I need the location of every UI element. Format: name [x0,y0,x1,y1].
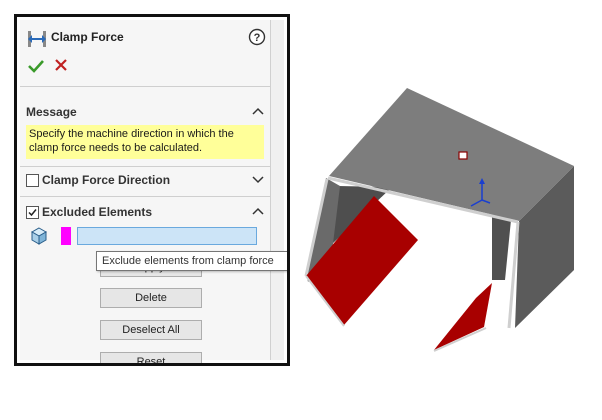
tooltip: Exclude elements from clamp force [96,251,287,271]
panel-title: Clamp Force [51,30,124,44]
help-icon[interactable]: ? [248,28,266,46]
graphics-viewport[interactable] [296,80,596,360]
chevron-down-icon[interactable] [252,174,264,184]
message-header: Message [26,105,77,119]
divider [20,196,270,197]
cube-icon [30,227,48,245]
message-text: Specify the machine direction in which t… [26,125,264,159]
checkmark-icon[interactable] [28,58,44,74]
divider [20,86,270,87]
property-manager-frame: Clamp Force ? Message Specify the machin… [14,14,290,366]
divider [20,166,270,167]
chevron-up-icon[interactable] [252,206,264,216]
clamp-force-direction-checkbox[interactable] [26,174,39,187]
checkbox-check-icon [28,209,37,217]
svg-text:?: ? [254,32,261,44]
chevron-up-icon[interactable] [252,106,264,116]
excluded-elements-selection-box[interactable] [77,227,257,245]
panel-scrollbar[interactable] [271,20,284,360]
origin-marker-icon [458,151,468,160]
clamp-force-icon [28,31,46,47]
panel-title-row: Clamp Force ? [26,28,266,50]
message-section-header[interactable]: Message [20,102,270,122]
excluded-elements-checkbox[interactable] [26,206,39,219]
selection-color-swatch [61,227,71,245]
cancel-x-icon[interactable] [54,58,68,72]
excluded-elements-label: Excluded Elements [42,205,153,219]
reset-button[interactable]: Reset [100,352,202,363]
deselect-all-button[interactable]: Deselect All [100,320,202,340]
excluded-face-right[interactable] [434,283,492,350]
excluded-elements-header[interactable]: Excluded Elements [20,202,270,222]
delete-button[interactable]: Delete [100,288,202,308]
clamp-force-panel: Clamp Force ? Message Specify the machin… [20,20,271,363]
clamp-force-direction-label: Clamp Force Direction [42,173,171,187]
clamp-force-direction-header[interactable]: Clamp Force Direction [20,170,270,190]
